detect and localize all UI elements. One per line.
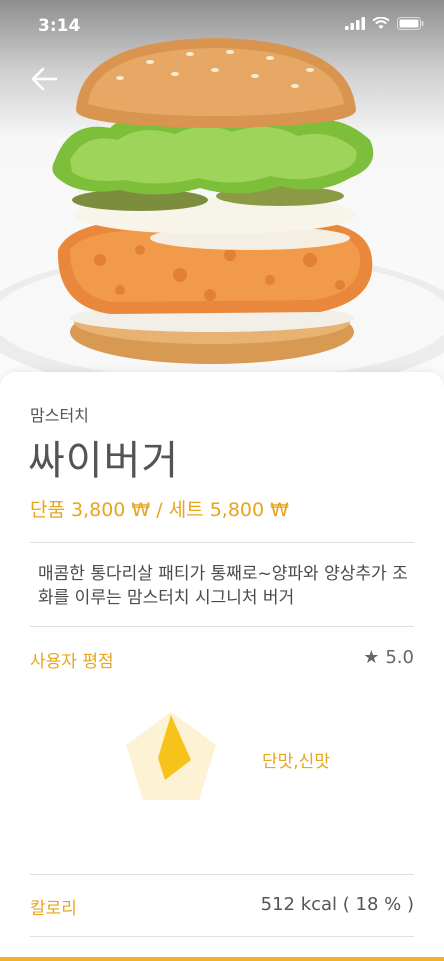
bottom-accent-bar xyxy=(0,957,444,961)
calorie-label: 칼로리 xyxy=(30,899,77,919)
divider xyxy=(30,542,414,543)
taste-pentagon-chart xyxy=(126,712,216,800)
product-name: 싸이버거 xyxy=(28,438,180,484)
arrow-left-icon xyxy=(31,67,58,91)
rating-value: ★ 5.0 xyxy=(363,647,414,668)
status-bar: 3:14 xyxy=(0,0,444,54)
divider xyxy=(30,874,414,875)
status-icons xyxy=(345,17,424,30)
product-detail-card: 맘스터치 싸이버거 단품 3,800 ₩ / 세트 5,800 ₩ 매콤한 통다… xyxy=(0,372,444,961)
calorie-value: 512 kcal ( 18 % ) xyxy=(260,894,414,915)
divider xyxy=(30,626,414,627)
rating-number: 5.0 xyxy=(385,647,414,668)
divider xyxy=(30,936,414,937)
signal-icon xyxy=(345,17,365,30)
burger-illustration xyxy=(0,38,444,394)
taste-label: 단맛,신맛 xyxy=(262,752,330,772)
status-time: 3:14 xyxy=(38,16,81,36)
star-icon: ★ xyxy=(363,647,380,668)
product-image xyxy=(0,0,444,395)
product-price: 단품 3,800 ₩ / 세트 5,800 ₩ xyxy=(30,499,289,521)
brand-name: 맘스터치 xyxy=(30,406,89,425)
back-button[interactable] xyxy=(26,62,66,96)
battery-icon xyxy=(397,17,424,30)
rating-label: 사용자 평점 xyxy=(30,652,114,672)
product-description: 매콤한 통다리살 패티가 통째로~양파와 양상추가 조화를 이루는 맘스터치 시… xyxy=(38,564,408,608)
wifi-icon xyxy=(372,17,390,29)
